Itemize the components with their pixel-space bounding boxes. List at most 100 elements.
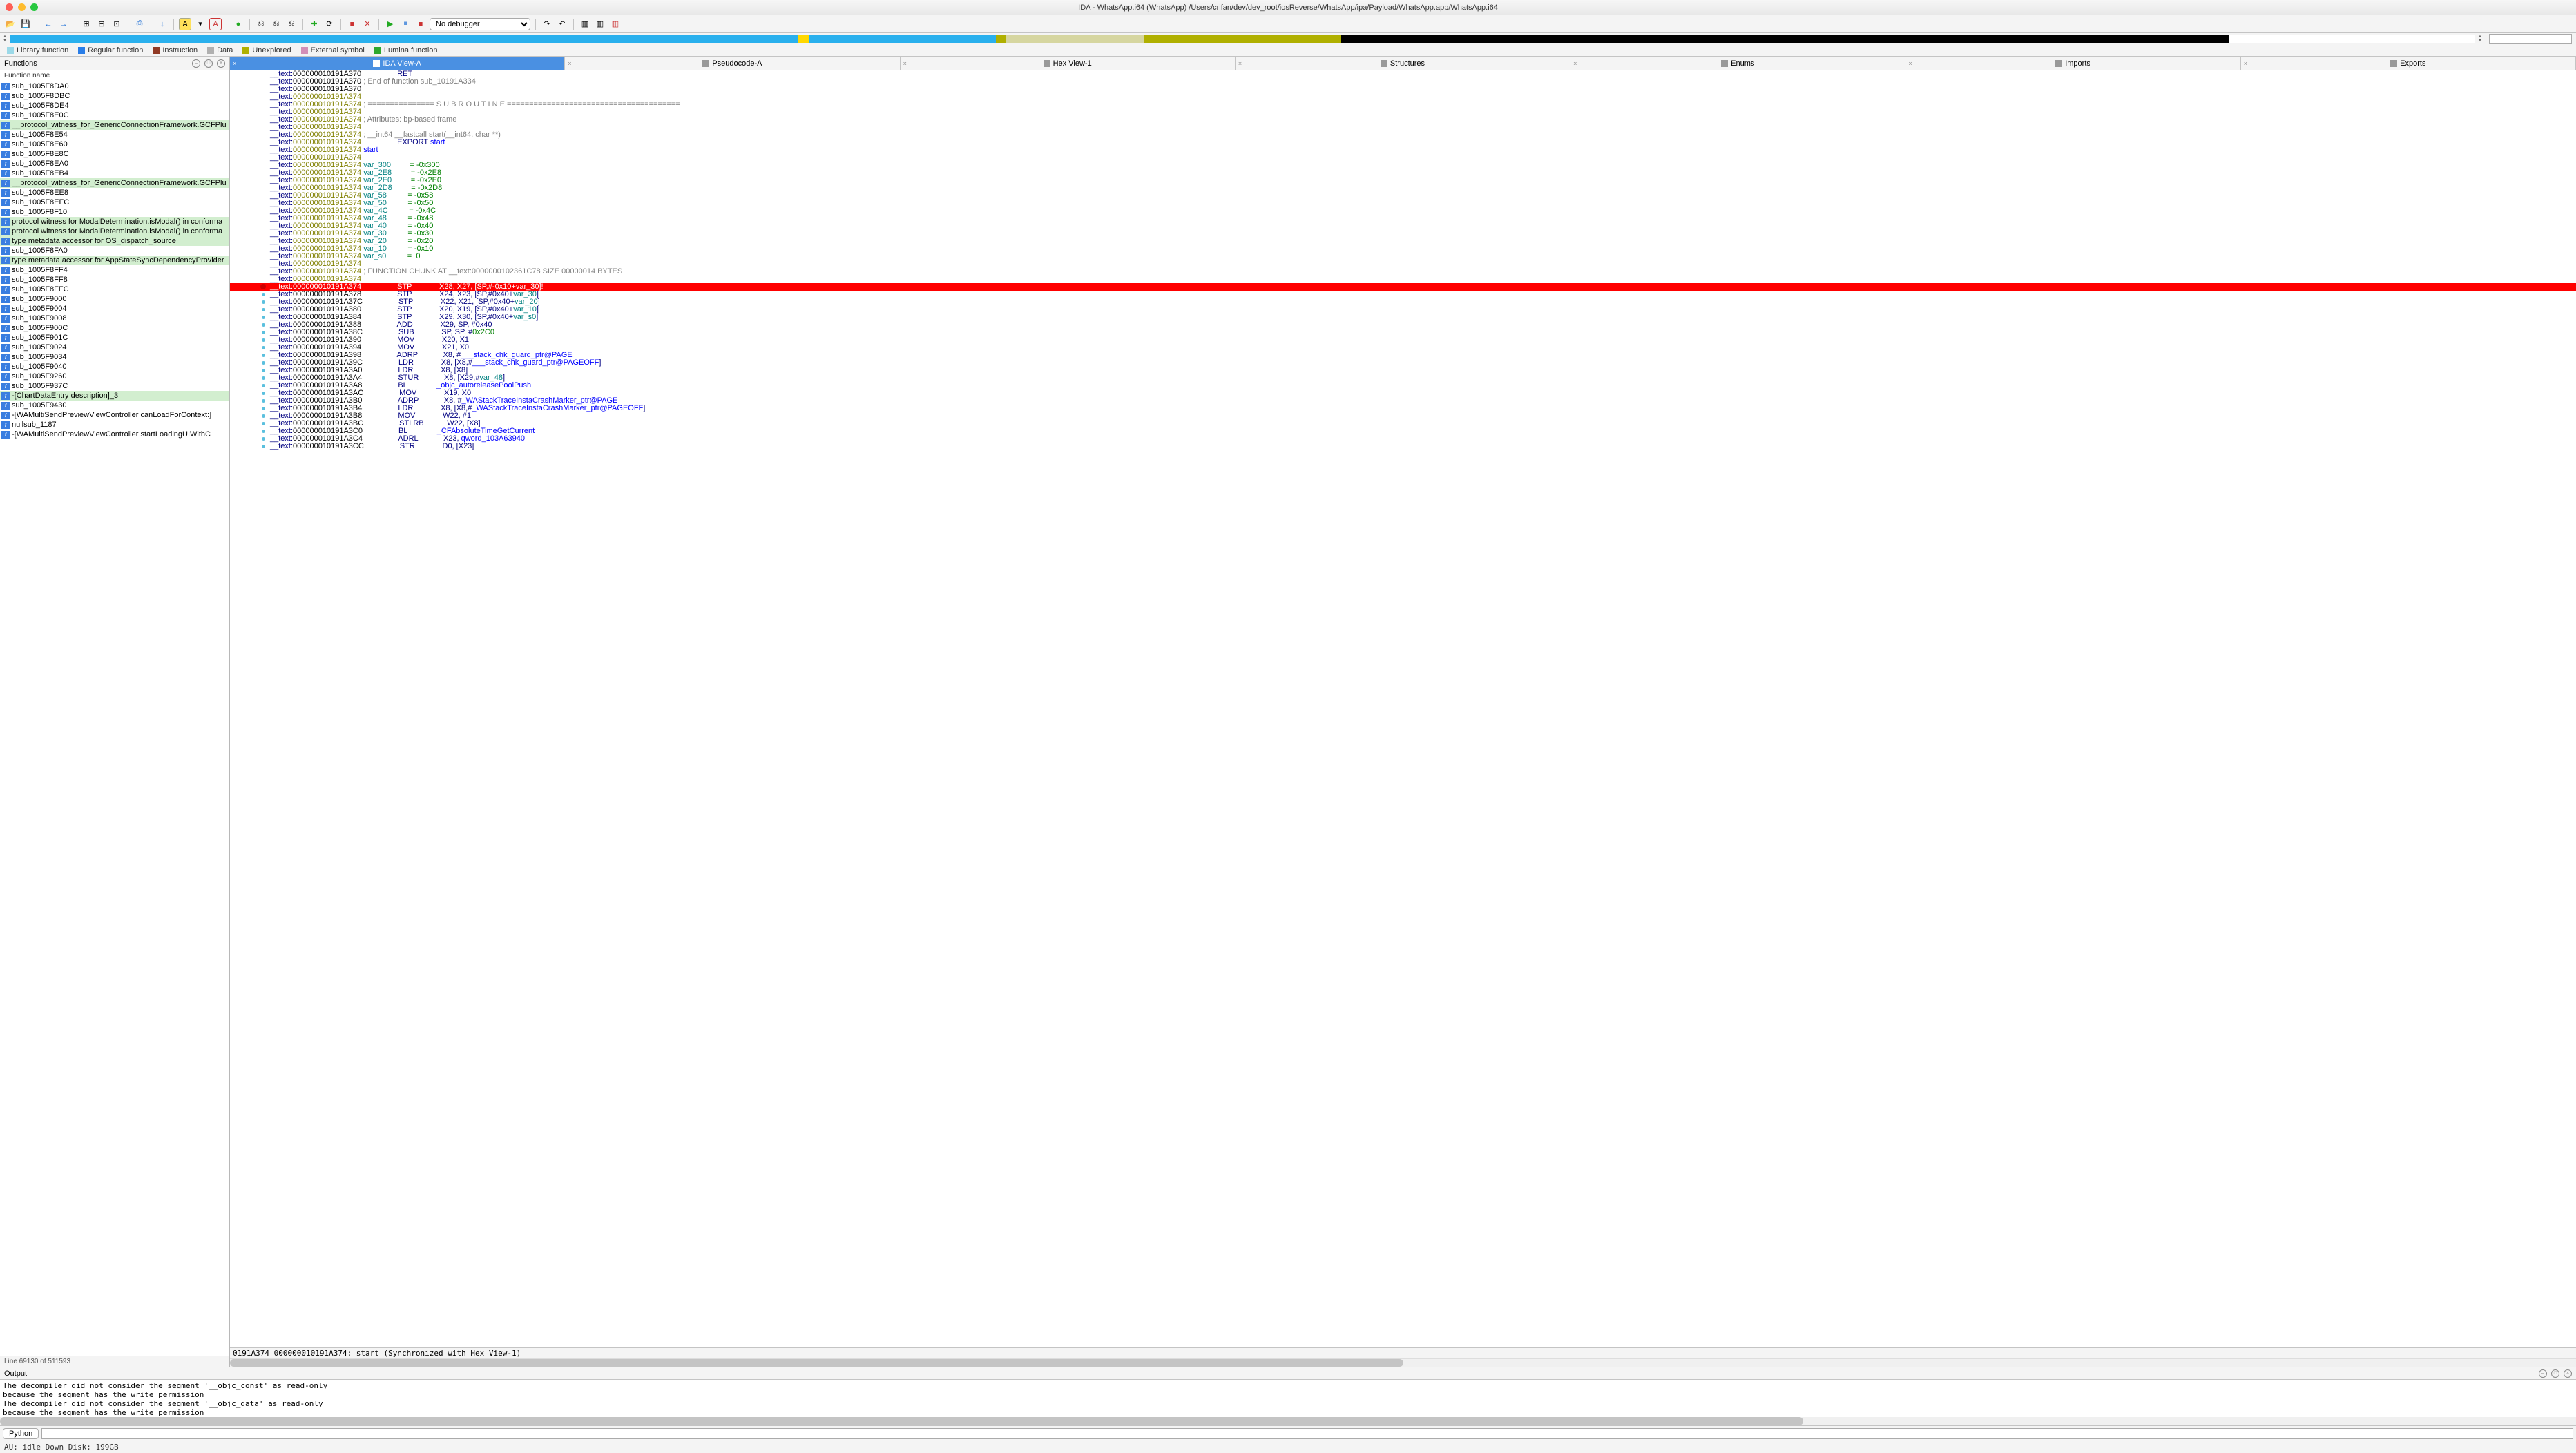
function-row[interactable]: fsub_1005F8FF4 bbox=[0, 265, 229, 275]
nav-segment[interactable] bbox=[996, 35, 1006, 43]
panel-close-icon[interactable]: × bbox=[2564, 1369, 2572, 1378]
close-window-button[interactable] bbox=[6, 3, 13, 11]
nav-segment[interactable] bbox=[2229, 35, 2475, 43]
disasm-line[interactable]: __text:000000010191A374 bbox=[230, 124, 2576, 131]
function-row[interactable]: fsub_1005F8EB4 bbox=[0, 169, 229, 178]
tab-close-icon[interactable]: × bbox=[2244, 60, 2247, 67]
nav-segment[interactable] bbox=[798, 35, 808, 43]
disasm-line[interactable]: __text:000000010191A374 bbox=[230, 276, 2576, 283]
tab-close-icon[interactable]: × bbox=[1908, 60, 1912, 67]
disasm-line[interactable]: __text:000000010191A374 var_4C = -0x4C bbox=[230, 207, 2576, 215]
tab-close-icon[interactable]: × bbox=[1573, 60, 1577, 67]
disasm-line[interactable]: __text:000000010191A3CC STR D0, [X23] bbox=[230, 443, 2576, 450]
tab[interactable]: ×IDA View-A bbox=[230, 57, 565, 70]
forward-icon[interactable]: → bbox=[57, 18, 70, 30]
disasm-line[interactable]: __text:000000010191A388 ADD X29, SP, #0x… bbox=[230, 321, 2576, 329]
panel-close-icon[interactable]: × bbox=[217, 59, 225, 68]
highlight-icon[interactable]: A bbox=[179, 18, 191, 30]
run-icon[interactable]: ▶ bbox=[384, 18, 396, 30]
maximize-window-button[interactable] bbox=[30, 3, 38, 11]
tab-close-icon[interactable]: × bbox=[1238, 60, 1242, 67]
function-row[interactable]: fsub_1005F9260 bbox=[0, 372, 229, 381]
function-row[interactable]: f__protocol_witness_for_GenericConnectio… bbox=[0, 178, 229, 188]
function-row[interactable]: fsub_1005F8EA0 bbox=[0, 159, 229, 169]
function-row[interactable]: fsub_1005F9024 bbox=[0, 343, 229, 352]
disasm-line[interactable]: __text:000000010191A3B4 LDR X8, [X8,#_WA… bbox=[230, 405, 2576, 412]
toolbar-icon[interactable]: ▥ bbox=[594, 18, 606, 30]
tab[interactable]: ×Imports bbox=[1905, 57, 2240, 70]
tab[interactable]: ×Structures bbox=[1236, 57, 1570, 70]
function-row[interactable]: fnullsub_1187 bbox=[0, 420, 229, 430]
nav-segment[interactable] bbox=[809, 35, 996, 43]
disasm-line[interactable]: __text:000000010191A374 var_58 = -0x58 bbox=[230, 192, 2576, 200]
disasm-line[interactable]: __text:000000010191A380 STP X20, X19, [S… bbox=[230, 306, 2576, 314]
panel-action-icon[interactable]: – bbox=[192, 59, 200, 68]
function-row[interactable]: fsub_1005F9430 bbox=[0, 401, 229, 410]
function-row[interactable]: fsub_1005F9040 bbox=[0, 362, 229, 372]
minimize-window-button[interactable] bbox=[18, 3, 26, 11]
function-row[interactable]: ftype metadata accessor for OS_dispatch_… bbox=[0, 236, 229, 246]
disasm-line[interactable]: __text:000000010191A3C0 BL _CFAbsoluteTi… bbox=[230, 427, 2576, 435]
disasm-line[interactable]: __text:000000010191A39C LDR X8, [X8,#___… bbox=[230, 359, 2576, 367]
function-row[interactable]: fsub_1005F8EE8 bbox=[0, 188, 229, 198]
functions-list[interactable]: fsub_1005F8DA0fsub_1005F8DBCfsub_1005F8D… bbox=[0, 81, 229, 1356]
debugger-select[interactable]: No debugger bbox=[430, 18, 530, 30]
nav-segment[interactable] bbox=[10, 35, 798, 43]
function-row[interactable]: fsub_1005F9000 bbox=[0, 294, 229, 304]
breakpoint-icon[interactable]: ● bbox=[232, 18, 244, 30]
disasm-line[interactable]: __text:000000010191A374 var_300 = -0x300 bbox=[230, 162, 2576, 169]
disasm-line[interactable]: __text:000000010191A3A4 STUR X8, [X29,#v… bbox=[230, 374, 2576, 382]
function-row[interactable]: f-[ChartDataEntry description]_3 bbox=[0, 391, 229, 401]
function-row[interactable]: fsub_1005F900C bbox=[0, 323, 229, 333]
disasm-line[interactable]: __text:000000010191A378 STP X24, X23, [S… bbox=[230, 291, 2576, 298]
nav-segment[interactable] bbox=[1341, 35, 2229, 43]
output-body[interactable]: The decompiler did not consider the segm… bbox=[0, 1380, 2576, 1417]
function-row[interactable]: fprotocol witness for ModalDetermination… bbox=[0, 227, 229, 236]
tab[interactable]: ×Pseudocode-A bbox=[565, 57, 900, 70]
function-row[interactable]: fsub_1005F8FFC bbox=[0, 285, 229, 294]
save-icon[interactable]: 💾 bbox=[19, 18, 32, 30]
disasm-line[interactable]: __text:000000010191A374 var_20 = -0x20 bbox=[230, 238, 2576, 245]
step-icon[interactable]: ↶ bbox=[556, 18, 568, 30]
disasm-line[interactable]: __text:000000010191A3A8 BL _objc_autorel… bbox=[230, 382, 2576, 389]
function-row[interactable]: f-[WAMultiSendPreviewViewController canL… bbox=[0, 410, 229, 420]
disasm-line[interactable]: __text:000000010191A374 ; __int64 __fast… bbox=[230, 131, 2576, 139]
function-row[interactable]: f-[WAMultiSendPreviewViewController star… bbox=[0, 430, 229, 439]
nav-arrows-left[interactable]: ▲▼ bbox=[0, 35, 10, 43]
function-row[interactable]: f__protocol_witness_for_GenericConnectio… bbox=[0, 120, 229, 130]
disasm-line[interactable]: __text:000000010191A374 var_2E0 = -0x2E0 bbox=[230, 177, 2576, 184]
disasm-line[interactable]: __text:000000010191A3BC STLRB W22, [X8] bbox=[230, 420, 2576, 427]
function-row[interactable]: fsub_1005F9008 bbox=[0, 314, 229, 323]
toolbar-icon[interactable]: ▥ bbox=[609, 18, 622, 30]
text-icon[interactable]: A bbox=[209, 18, 222, 30]
nav-strip[interactable] bbox=[10, 35, 2475, 43]
output-hscrollbar[interactable] bbox=[0, 1417, 2576, 1425]
step-icon[interactable]: ↷ bbox=[541, 18, 553, 30]
open-icon[interactable]: 📂 bbox=[4, 18, 17, 30]
tab-close-icon[interactable]: × bbox=[568, 60, 571, 67]
disasm-line[interactable]: __text:000000010191A390 MOV X20, X1 bbox=[230, 336, 2576, 344]
panel-action-icon[interactable]: □ bbox=[204, 59, 213, 68]
function-row[interactable]: ftype metadata accessor for AppStateSync… bbox=[0, 256, 229, 265]
disasm-line[interactable]: __text:000000010191A374 var_10 = -0x10 bbox=[230, 245, 2576, 253]
disasm-line[interactable]: __text:000000010191A374 var_2D8 = -0x2D8 bbox=[230, 184, 2576, 192]
stop-debug-icon[interactable]: ■ bbox=[414, 18, 427, 30]
close-icon[interactable]: ✕ bbox=[361, 18, 374, 30]
toolbar-icon[interactable]: ⊞ bbox=[80, 18, 93, 30]
function-row[interactable]: fsub_1005F8EFC bbox=[0, 198, 229, 207]
command-input[interactable] bbox=[41, 1428, 2573, 1439]
toolbar-icon[interactable]: ⎙ bbox=[133, 18, 146, 30]
disasm-line[interactable]: __text:000000010191A374 bbox=[230, 108, 2576, 116]
function-row[interactable]: fsub_1005F8F10 bbox=[0, 207, 229, 217]
disasm-line[interactable]: __text:000000010191A370 RET bbox=[230, 70, 2576, 78]
stop-icon[interactable]: ■ bbox=[346, 18, 358, 30]
tab-close-icon[interactable]: × bbox=[233, 60, 236, 67]
panel-action-icon[interactable]: □ bbox=[2551, 1369, 2559, 1378]
disasm-line[interactable]: __text:000000010191A38C SUB SP, SP, #0x2… bbox=[230, 329, 2576, 336]
toolbar-icon[interactable]: ⎌ bbox=[285, 18, 298, 30]
function-row[interactable]: fsub_1005F8DBC bbox=[0, 91, 229, 101]
interpreter-button[interactable]: Python bbox=[3, 1428, 39, 1439]
disasm-line[interactable]: __text:000000010191A374 var_50 = -0x50 bbox=[230, 200, 2576, 207]
disasm-line[interactable]: __text:000000010191A374 var_s0 = 0 bbox=[230, 253, 2576, 260]
function-row[interactable]: fsub_1005F8E8C bbox=[0, 149, 229, 159]
